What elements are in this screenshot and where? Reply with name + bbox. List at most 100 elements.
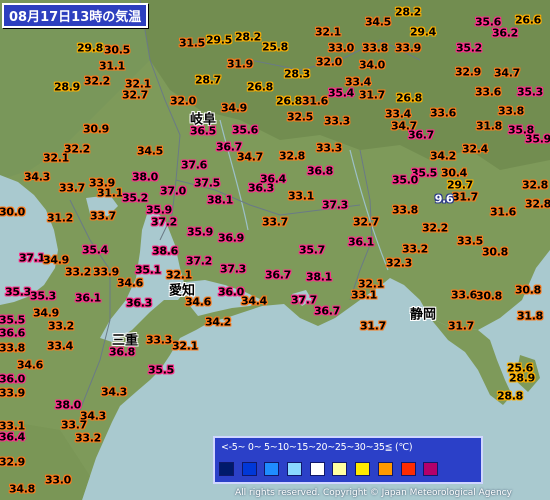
legend-swatch — [241, 462, 257, 476]
temperature-reading: 38.0 — [132, 170, 158, 184]
legend-ranges: <-5~ 0~ 5~10~15~20~25~30~35≦ (℃) — [221, 442, 413, 453]
temperature-reading: 38.1 — [306, 270, 332, 284]
temperature-reading: 33.2 — [65, 265, 91, 279]
temperature-reading: 34.7 — [494, 66, 520, 80]
temperature-reading: 36.1 — [348, 235, 374, 249]
temperature-reading: 35.0 — [392, 173, 418, 187]
temperature-reading: 33.7 — [262, 215, 288, 229]
temperature-reading: 30.8 — [482, 245, 508, 259]
temperature-reading: 36.7 — [408, 128, 434, 142]
temperature-reading: 33.9 — [395, 41, 421, 55]
temperature-reading: 28.3 — [284, 67, 310, 81]
city-label: 静岡 — [409, 307, 437, 323]
temperature-reading: 32.5 — [287, 110, 313, 124]
temperature-reading: 35.5 — [148, 363, 174, 377]
temperature-reading: 33.3 — [316, 141, 342, 155]
temperature-reading: 35.1 — [135, 263, 161, 277]
temperature-reading: 36.8 — [109, 345, 135, 359]
temperature-reading: 33.2 — [75, 431, 101, 445]
temperature-reading: 33.7 — [61, 418, 87, 432]
temperature-reading: 32.8 — [279, 149, 305, 163]
temperature-reading: 31.7 — [448, 319, 474, 333]
temperature-reading: 35.3 — [30, 289, 56, 303]
temperature-reading: 33.2 — [48, 319, 74, 333]
temperature-reading: 33.0 — [328, 41, 354, 55]
temperature-reading: 33.8 — [498, 104, 524, 118]
legend-swatch — [355, 462, 371, 476]
temperature-reading: 36.6 — [0, 326, 25, 340]
temperature-reading: 32.1 — [166, 268, 192, 282]
temperature-reading: 33.7 — [59, 181, 85, 195]
temperature-reading: 34.2 — [205, 315, 231, 329]
temperature-reading: 33.1 — [288, 189, 314, 203]
temperature-reading: 31.8 — [517, 309, 543, 323]
temperature-reading: 33.8 — [362, 41, 388, 55]
temperature-reading: 33.8 — [0, 341, 25, 355]
temperature-reading: 33.7 — [90, 209, 116, 223]
legend-swatch — [309, 462, 325, 476]
temperature-reading: 35.2 — [122, 191, 148, 205]
temperature-reading: 32.1 — [43, 151, 69, 165]
temperature-reading: 37.3 — [220, 262, 246, 276]
legend-swatch — [377, 462, 393, 476]
map-title: 08月17日13時の気温 — [2, 3, 149, 28]
temperature-reading: 30.5 — [104, 43, 130, 57]
legend-swatch — [400, 462, 416, 476]
temperature-reading: 28.2 — [395, 5, 421, 19]
temperature-reading: 33.0 — [45, 473, 71, 487]
temperature-reading: 33.6 — [430, 106, 456, 120]
temperature-reading: 35.9 — [187, 225, 213, 239]
temperature-reading: 31.1 — [99, 59, 125, 73]
temperature-reading: 29.8 — [77, 41, 103, 55]
temperature-reading: 26.8 — [276, 94, 302, 108]
temperature-reading: 33.9 — [0, 386, 25, 400]
temperature-reading: 35.4 — [82, 243, 108, 257]
temperature-reading: 32.4 — [462, 142, 488, 156]
temperature-reading: 31.5 — [179, 36, 205, 50]
temperature-reading: 34.4 — [241, 294, 267, 308]
temperature-reading: 36.3 — [126, 296, 152, 310]
temperature-reading: 34.5 — [365, 15, 391, 29]
temperature-reading: 32.0 — [170, 94, 196, 108]
legend-swatch — [287, 462, 303, 476]
temperature-reading: 35.5 — [0, 313, 25, 327]
temperature-reading: 31.8 — [476, 119, 502, 133]
temperature-reading: 32.7 — [353, 215, 379, 229]
temperature-reading: 36.2 — [492, 26, 518, 40]
temperature-reading: 32.8 — [522, 178, 548, 192]
temperature-reading: 26.8 — [247, 80, 273, 94]
temperature-reading: 38.1 — [207, 193, 233, 207]
temperature-reading: 35.3 — [517, 85, 543, 99]
temperature-reading: 26.6 — [515, 13, 541, 27]
temperature-reading: 35.9 — [525, 132, 550, 146]
temperature-reading: 35.7 — [299, 243, 325, 257]
temperature-reading: 36.7 — [314, 304, 340, 318]
temperature-reading: 32.3 — [386, 256, 412, 270]
temperature-reading: 30.0 — [0, 205, 25, 219]
copyright-notice: All rights reserved. Copyright © Japan M… — [235, 488, 512, 498]
temperature-reading: 36.3 — [248, 181, 274, 195]
legend-swatch — [219, 462, 234, 476]
temperature-reading: 9.6 — [434, 192, 454, 206]
temperature-reading: 29.5 — [206, 33, 232, 47]
temperature-reading: 33.5 — [457, 234, 483, 248]
temperature-reading: 33.2 — [402, 242, 428, 256]
temperature-map: 08月17日13時の気温 岐阜 愛知 三重 静岡 34.5 28.2 29.4 35.6 26… — [0, 0, 550, 500]
temperature-reading: 30.9 — [83, 122, 109, 136]
temperature-reading: 34.3 — [101, 385, 127, 399]
temperature-reading: 32.2 — [84, 74, 110, 88]
temperature-reading: 31.2 — [47, 211, 73, 225]
temperature-reading: 37.0 — [160, 184, 186, 198]
temperature-reading: 34.6 — [117, 276, 143, 290]
temperature-reading: 32.2 — [422, 221, 448, 235]
temperature-reading: 31.7 — [359, 88, 385, 102]
temperature-reading: 26.8 — [396, 91, 422, 105]
temperature-reading: 32.7 — [122, 88, 148, 102]
temperature-reading: 32.8 — [525, 197, 550, 211]
temperature-reading: 37.5 — [194, 176, 220, 190]
legend-swatch — [332, 462, 348, 476]
temperature-reading: 31.6 — [302, 94, 328, 108]
temperature-reading: 35.2 — [456, 41, 482, 55]
legend-swatch — [264, 462, 280, 476]
temperature-reading: 35.3 — [5, 285, 31, 299]
